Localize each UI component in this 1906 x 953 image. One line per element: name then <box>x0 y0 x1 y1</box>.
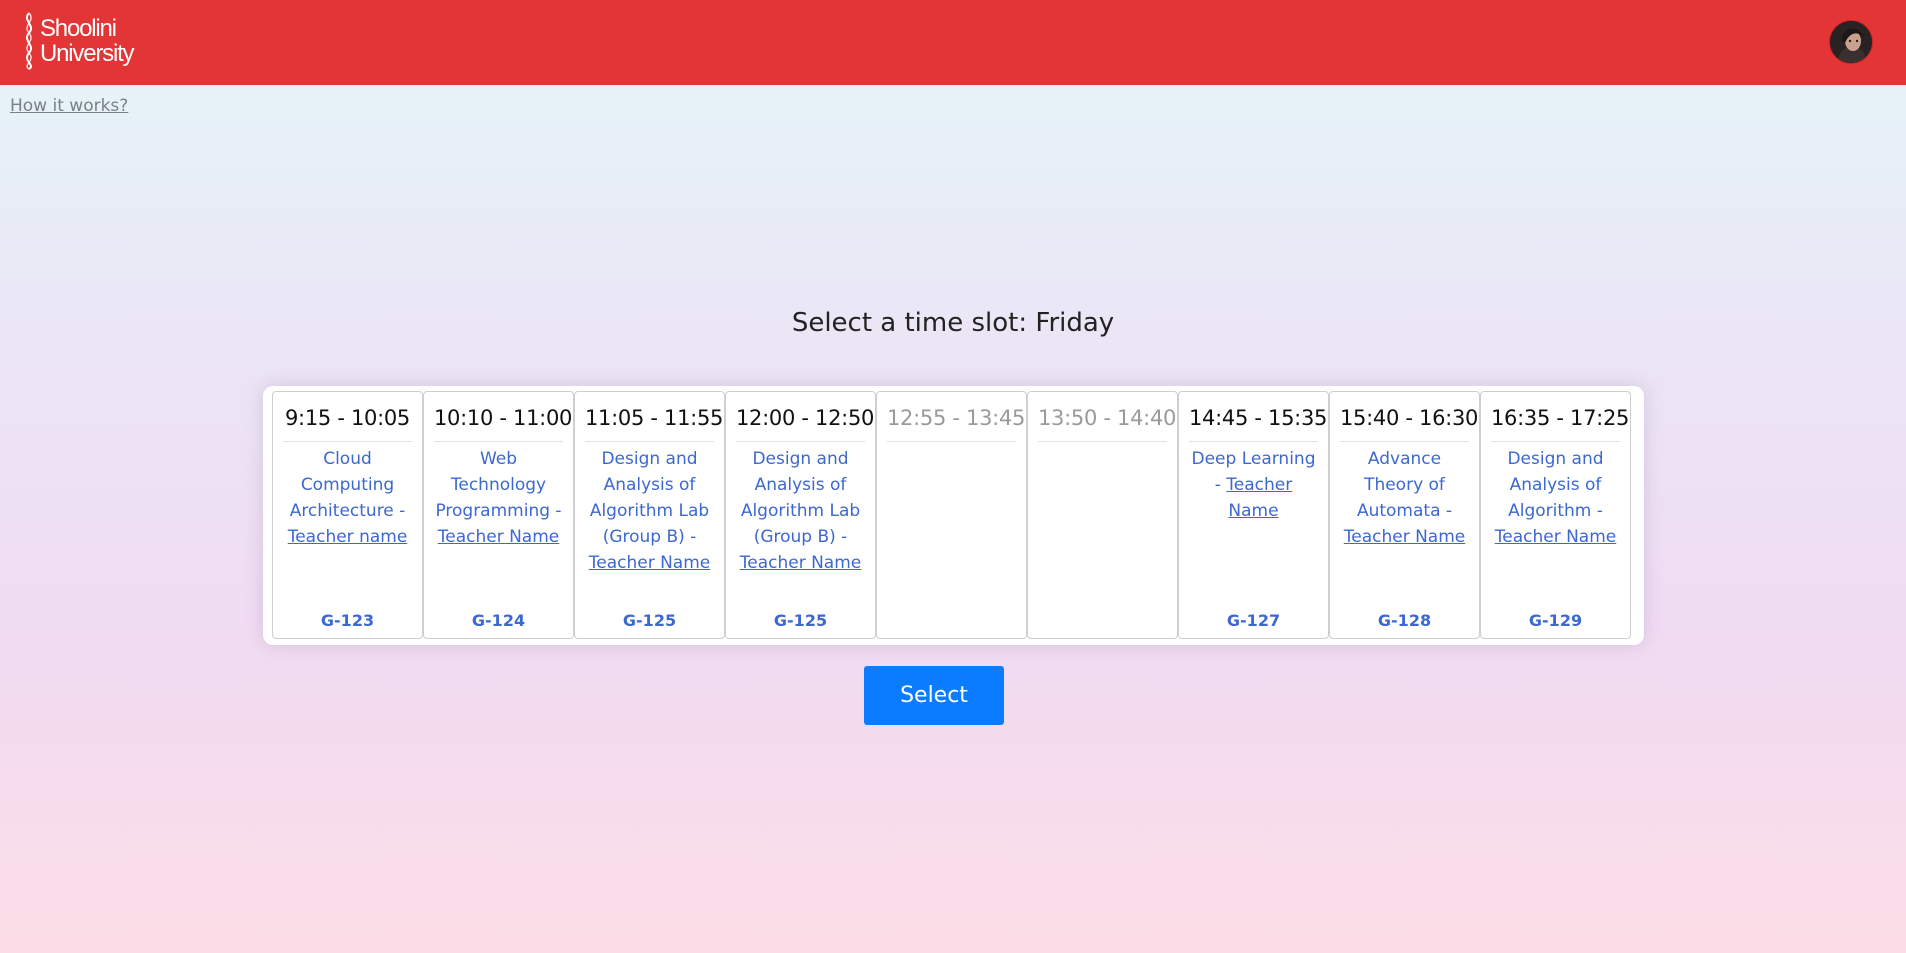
logo-text: Shoolini University <box>40 15 135 67</box>
teacher-link[interactable]: Teacher Name <box>1344 527 1466 547</box>
teacher-link[interactable]: Teacher Name <box>438 527 560 547</box>
room-number: G-129 <box>1528 611 1583 630</box>
slot-course: Design and Analysis of Algorithm Lab (Gr… <box>734 446 867 576</box>
room-number: G-125 <box>622 611 677 630</box>
slot-time: 15:40 - 16:30 <box>1340 402 1478 442</box>
course-name: Cloud Computing Architecture - <box>289 449 406 521</box>
room-number: G-125 <box>773 611 828 630</box>
logo-line-1: Shoolini <box>40 15 117 42</box>
avatar-portrait-icon <box>1830 21 1872 63</box>
course-name: Advance Theory of Automata - <box>1356 449 1453 521</box>
room-number: G-124 <box>471 611 526 630</box>
room-number: G-123 <box>320 611 375 630</box>
course-name: Web Technology Programming - <box>435 449 562 521</box>
time-slot-card[interactable]: 14:45 - 15:35 Deep Learning - Teacher Nam… <box>1178 391 1329 639</box>
room-number: G-127 <box>1226 611 1281 630</box>
time-slot-card[interactable]: 11:05 - 11:55 Design and Analysis of Algo… <box>574 391 725 639</box>
slot-time: 13:50 - 14:40 <box>1038 402 1176 442</box>
dna-logo-icon <box>26 12 32 70</box>
time-slot-panel: 9:15 - 10:05 Cloud Computing Architecture… <box>263 386 1644 645</box>
time-slot-card: 12:55 - 13:45 <box>876 391 1027 639</box>
slot-time: 16:35 - 17:25 <box>1491 402 1629 442</box>
time-slot-card[interactable]: 9:15 - 10:05 Cloud Computing Architecture… <box>272 391 423 639</box>
course-name: Design and Analysis of Algorithm Lab (Gr… <box>589 449 710 547</box>
university-logo[interactable]: Shoolini University <box>20 10 150 72</box>
slot-course: Advance Theory of Automata - Teacher Nam… <box>1338 446 1471 550</box>
time-slot-card[interactable]: 10:10 - 11:00 Web Technology Programming … <box>423 391 574 639</box>
logo-line-2: University <box>40 40 135 67</box>
time-slot-card: 13:50 - 14:40 <box>1027 391 1178 639</box>
time-slot-list: 9:15 - 10:05 Cloud Computing Architecture… <box>272 391 1631 639</box>
slot-course: Deep Learning - Teacher Name <box>1187 446 1320 524</box>
page-title: Select a time slot: Friday <box>791 308 1115 338</box>
teacher-link[interactable]: Teacher Name <box>740 553 862 573</box>
slot-course: Design and Analysis of Algorithm - Teach… <box>1489 446 1622 550</box>
time-slot-card[interactable]: 15:40 - 16:30 Advance Theory of Automata … <box>1329 391 1480 639</box>
slot-time: 9:15 - 10:05 <box>283 402 412 442</box>
slot-time: 11:05 - 11:55 <box>585 402 723 442</box>
time-slot-card[interactable]: 16:35 - 17:25 Design and Analysis of Algo… <box>1480 391 1631 639</box>
top-bar: Shoolini University <box>0 0 1906 85</box>
user-avatar[interactable] <box>1829 20 1873 64</box>
room-number: G-128 <box>1377 611 1432 630</box>
slot-course: Web Technology Programming - Teacher Nam… <box>432 446 565 550</box>
slot-course: Cloud Computing Architecture - Teacher n… <box>281 446 414 550</box>
teacher-link[interactable]: Teacher Name <box>1495 527 1617 547</box>
teacher-link[interactable]: Teacher Name <box>1226 475 1292 521</box>
teacher-link[interactable]: Teacher name <box>288 527 408 547</box>
slot-time: 12:00 - 12:50 <box>736 402 874 442</box>
course-name: Design and Analysis of Algorithm - <box>1507 449 1604 521</box>
select-button[interactable]: Select <box>864 666 1004 725</box>
slot-time: 14:45 - 15:35 <box>1189 402 1327 442</box>
slot-time: 10:10 - 11:00 <box>434 402 572 442</box>
time-slot-card[interactable]: 12:00 - 12:50 Design and Analysis of Algo… <box>725 391 876 639</box>
teacher-link[interactable]: Teacher Name <box>589 553 711 573</box>
slot-time: 12:55 - 13:45 <box>887 402 1025 442</box>
course-name: Design and Analysis of Algorithm Lab (Gr… <box>740 449 861 547</box>
how-it-works-link[interactable]: How it works? <box>10 96 128 116</box>
slot-course: Design and Analysis of Algorithm Lab (Gr… <box>583 446 716 576</box>
